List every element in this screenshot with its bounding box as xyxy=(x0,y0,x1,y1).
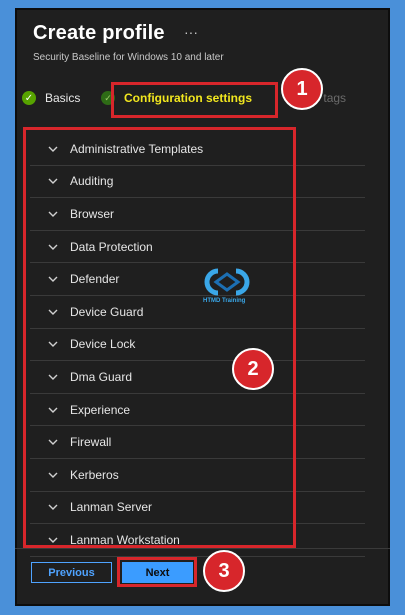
tab-basics[interactable]: ✓ Basics xyxy=(22,88,80,108)
callout-badge-2: 2 xyxy=(232,348,274,390)
callout-highlight-configuration-tab xyxy=(111,82,278,118)
previous-button[interactable]: Previous xyxy=(31,562,112,583)
checkmark-icon: ✓ xyxy=(22,91,36,105)
callout-highlight-settings-list xyxy=(23,127,296,548)
callout-highlight-next-button xyxy=(117,557,197,587)
tab-basics-label: Basics xyxy=(45,91,81,105)
footer-divider xyxy=(15,548,390,549)
page-subtitle: Security Baseline for Windows 10 and lat… xyxy=(33,52,224,63)
callout-badge-3: 3 xyxy=(203,550,245,592)
more-options-button[interactable]: ··· xyxy=(184,24,198,40)
page-title: Create profile xyxy=(33,22,165,44)
callout-badge-1: 1 xyxy=(281,68,323,110)
